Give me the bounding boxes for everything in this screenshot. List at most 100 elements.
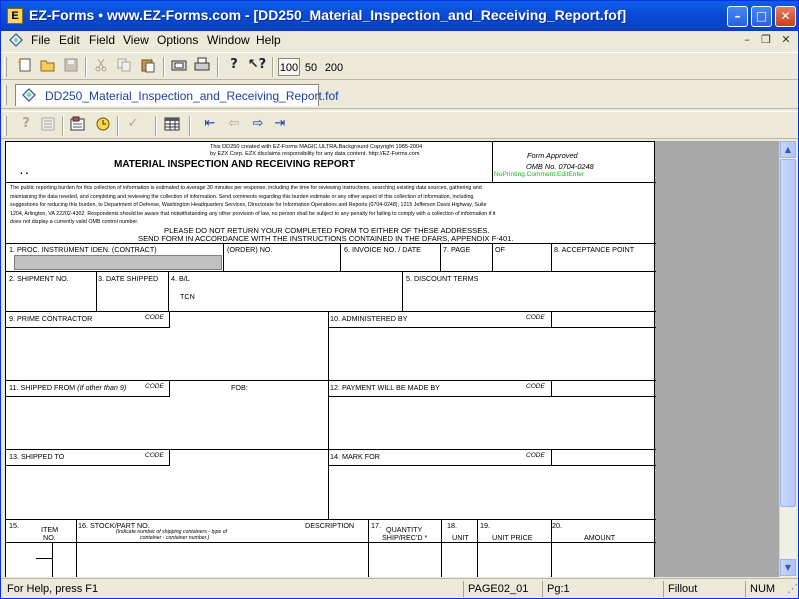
- field-label-shipment-no: 2. SHIPMENT NO.: [9, 274, 69, 283]
- code-label: CODE: [145, 383, 164, 390]
- check-icon[interactable]: ✓: [123, 116, 143, 136]
- vertical-scrollbar[interactable]: ▲ ▼: [779, 141, 796, 577]
- minimize-button[interactable]: –: [727, 6, 748, 27]
- rule: [6, 542, 656, 543]
- field-help-icon[interactable]: ?: [16, 116, 36, 136]
- omb-number: OMB No. 0704-0248: [526, 162, 594, 171]
- zoom-100-button[interactable]: 100: [278, 58, 300, 76]
- field-label-of: OF: [495, 245, 505, 254]
- rule: [328, 465, 656, 466]
- fax-icon[interactable]: [169, 57, 189, 77]
- mdi-minimize-button[interactable]: –: [739, 33, 755, 47]
- menu-window[interactable]: Window: [207, 33, 250, 47]
- menu-edit[interactable]: Edit: [59, 33, 80, 47]
- rule: [6, 327, 170, 328]
- list-icon[interactable]: [38, 116, 58, 136]
- zoom-200-button[interactable]: 200: [323, 58, 345, 76]
- clock-icon[interactable]: [93, 116, 113, 136]
- toolbar-separator: [189, 116, 191, 136]
- ez-forms-app-icon[interactable]: E: [7, 8, 23, 24]
- dd250-form-page[interactable]: This DD250 created with EZ-Forms MAGIC.U…: [5, 141, 656, 577]
- field-label-bl: 4. B/L: [171, 274, 190, 283]
- toolbar-grip[interactable]: [4, 57, 7, 77]
- code-label: CODE: [526, 383, 545, 390]
- status-page-number: Pg:1: [542, 581, 662, 597]
- menu-view[interactable]: View: [123, 33, 149, 47]
- shipped-from-note: (If other than 9): [77, 383, 127, 392]
- zoom-50-button[interactable]: 50: [301, 58, 321, 76]
- rule: [168, 271, 169, 312]
- close-button[interactable]: ✕: [775, 6, 796, 27]
- cut-icon[interactable]: [91, 57, 111, 77]
- form-toolbar: ? ✓ ⇤ ⇦ ⇨ ⇥: [1, 111, 798, 139]
- rule: [223, 243, 224, 272]
- field-label-administered-by: 10. ADMINISTERED BY: [330, 314, 408, 323]
- rule: [328, 396, 656, 397]
- rule: [551, 311, 552, 327]
- help-icon[interactable]: ?: [224, 57, 244, 77]
- mdi-close-button[interactable]: ✕: [778, 33, 794, 47]
- first-page-icon[interactable]: ⇤: [200, 116, 220, 136]
- tab-dd250-document[interactable]: DD250_Material_Inspection_and_Receiving_…: [15, 84, 339, 106]
- rule: [6, 396, 170, 397]
- maximize-button[interactable]: □: [751, 6, 772, 27]
- last-page-icon[interactable]: ⇥: [270, 116, 290, 136]
- toolbar-grip[interactable]: [4, 116, 7, 136]
- column-description: DESCRIPTION: [305, 521, 355, 530]
- calculator-icon[interactable]: [68, 116, 88, 136]
- field-label-payment-made-by: 12. PAYMENT WILL BE MADE BY: [330, 383, 440, 392]
- save-icon[interactable]: [61, 57, 81, 77]
- prev-page-icon[interactable]: ⇦: [224, 116, 244, 136]
- field-label-mark-for: 14. MARK FOR: [330, 452, 380, 461]
- rule: [440, 243, 441, 272]
- column-unit: UNIT: [452, 533, 469, 542]
- context-help-icon[interactable]: ↖?: [247, 57, 267, 77]
- mdi-restore-button[interactable]: ❐: [758, 33, 774, 47]
- scroll-thumb[interactable]: [780, 159, 796, 507]
- rule: [328, 380, 329, 449]
- new-icon[interactable]: [15, 57, 35, 77]
- rule: [96, 271, 97, 312]
- rule: [6, 465, 170, 466]
- resize-grip-icon[interactable]: ⋰: [783, 581, 798, 597]
- burden-line: maintaining the data needed, and complet…: [10, 193, 474, 200]
- window-title: EZ-Forms • www.EZ-Forms.com - [DD250_Mat…: [29, 7, 627, 23]
- menu-help[interactable]: Help: [256, 33, 281, 47]
- toolbar-separator: [62, 116, 64, 136]
- field-label-tcn: TCN: [180, 292, 195, 301]
- open-icon[interactable]: [38, 57, 58, 77]
- column-17-number: 17.: [371, 521, 381, 530]
- rule: [441, 519, 442, 577]
- form-approved-label: Form Approved: [527, 151, 578, 160]
- field-label-shipped-from: 11. SHIPPED FROM (If other than 9): [9, 383, 126, 392]
- rule: [328, 449, 329, 519]
- toolbar-separator: [155, 116, 157, 136]
- document-diamond-icon[interactable]: [9, 33, 23, 47]
- paste-icon[interactable]: [138, 57, 158, 77]
- tabbar-grip[interactable]: [4, 85, 7, 105]
- rule: [328, 311, 329, 380]
- next-page-icon[interactable]: ⇨: [248, 116, 268, 136]
- rule: [328, 327, 656, 328]
- title-bar[interactable]: E EZ-Forms • www.EZ-Forms.com - [DD250_M…: [1, 1, 798, 31]
- tab-label: DD250_Material_Inspection_and_Receiving_…: [45, 89, 339, 103]
- code-label: CODE: [145, 452, 164, 459]
- copyright-line-2: by EZX Corp. EZX disclaims responsibilit…: [210, 151, 420, 157]
- copyright-line-1: This DD250 created with EZ-Forms MAGIC.U…: [210, 144, 423, 150]
- menu-options[interactable]: Options: [157, 33, 198, 47]
- rule: [551, 243, 552, 272]
- document-client-area[interactable]: This DD250 created with EZ-Forms MAGIC.U…: [5, 141, 781, 577]
- table-icon[interactable]: [162, 116, 182, 136]
- instruction-line-2: SEND FORM IN ACCORDANCE WITH THE INSTRUC…: [138, 234, 514, 243]
- menu-file[interactable]: File: [31, 33, 50, 47]
- rule: [340, 243, 341, 272]
- field-label-order-no: (ORDER) NO.: [227, 245, 273, 254]
- contract-number-field[interactable]: [14, 255, 222, 270]
- scroll-down-icon[interactable]: ▼: [780, 559, 796, 576]
- print-icon[interactable]: [192, 57, 212, 77]
- menu-field[interactable]: Field: [89, 33, 115, 47]
- rule: [169, 380, 170, 396]
- scroll-up-icon[interactable]: ▲: [780, 141, 796, 158]
- burden-statement: The public reporting burden for this col…: [10, 184, 495, 227]
- copy-icon[interactable]: [114, 57, 134, 77]
